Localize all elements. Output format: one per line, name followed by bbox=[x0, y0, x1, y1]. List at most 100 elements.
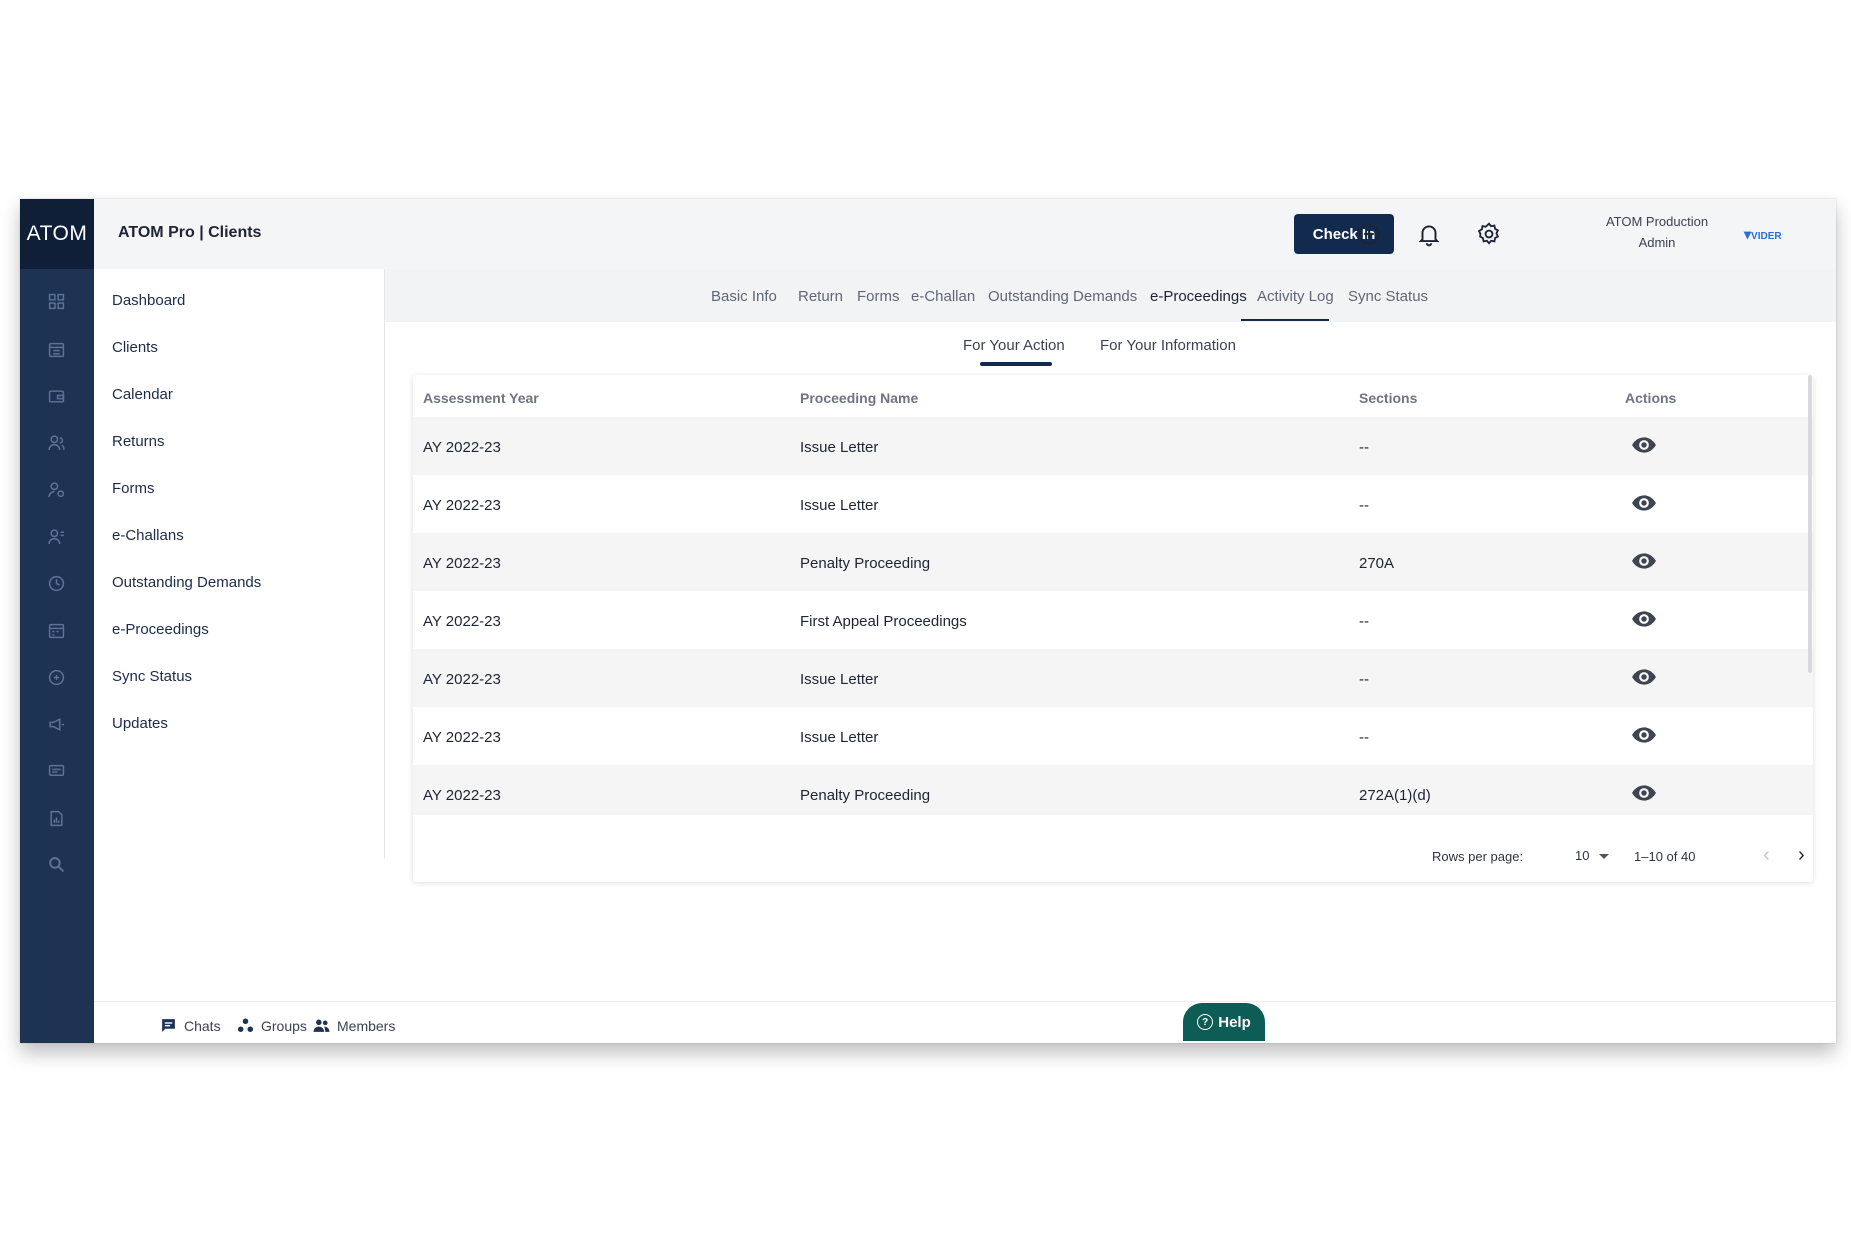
icon-rail: ATOM bbox=[20, 199, 94, 1043]
tab-forms[interactable]: Forms bbox=[857, 288, 900, 305]
rows-per-page-label: Rows per page: bbox=[1432, 849, 1524, 864]
cell-proceeding-name: Penalty Proceeding bbox=[800, 555, 931, 572]
cell-section: -- bbox=[1359, 613, 1369, 630]
chats-button[interactable]: Chats bbox=[160, 1017, 221, 1034]
users-icon[interactable] bbox=[47, 433, 65, 451]
table-row: AY 2022-23 Penalty Proceeding 270A bbox=[413, 533, 1813, 591]
page-range: 1–10 of 40 bbox=[1634, 849, 1696, 864]
view-eye-icon[interactable] bbox=[1631, 667, 1657, 687]
cell-section: -- bbox=[1359, 671, 1369, 688]
tab-sync-status[interactable]: Sync Status bbox=[1348, 288, 1428, 305]
cell-proceeding-name: Issue Letter bbox=[800, 439, 879, 456]
sidebar-item-returns[interactable]: Returns bbox=[112, 433, 165, 450]
next-page-icon[interactable]: › bbox=[1798, 844, 1805, 867]
user-role: Admin bbox=[1638, 235, 1676, 250]
view-eye-icon[interactable] bbox=[1631, 435, 1657, 455]
tab-outstanding-demands[interactable]: Outstanding Demands bbox=[988, 288, 1137, 305]
cell-section: -- bbox=[1359, 497, 1369, 514]
clock-icon[interactable] bbox=[47, 574, 65, 592]
sidebar-item-clients[interactable]: Clients bbox=[112, 339, 158, 356]
table-scrollbar[interactable] bbox=[1808, 375, 1812, 673]
help-button[interactable]: ? Help bbox=[1183, 1003, 1265, 1041]
table-row: AY 2022-23 Issue Letter -- bbox=[413, 417, 1813, 475]
cell-proceeding-name: First Appeal Proceedings bbox=[800, 613, 967, 630]
megaphone-icon[interactable] bbox=[47, 715, 65, 733]
schedule-icon[interactable] bbox=[47, 621, 65, 639]
groups-button[interactable]: Groups bbox=[237, 1017, 307, 1034]
sidebar-item-e-challans[interactable]: e-Challans bbox=[112, 527, 184, 544]
cell-assessment-year: AY 2022-23 bbox=[423, 613, 501, 630]
help-label: Help bbox=[1218, 1013, 1251, 1031]
sidebar-item-outstanding-demands[interactable]: Outstanding Demands bbox=[112, 574, 261, 591]
page-title: ATOM Pro | Clients bbox=[118, 224, 262, 241]
tab-return[interactable]: Return bbox=[798, 288, 843, 305]
cell-assessment-year: AY 2022-23 bbox=[423, 671, 501, 688]
chat-icon bbox=[162, 1019, 175, 1032]
user-settings-icon[interactable] bbox=[47, 480, 65, 498]
message-icon[interactable] bbox=[47, 762, 65, 780]
column-assessment-year[interactable]: Assessment Year bbox=[423, 390, 539, 406]
tab-e-challan[interactable]: e-Challan bbox=[911, 288, 975, 305]
cell-proceeding-name: Issue Letter bbox=[800, 497, 879, 514]
tab-e-proceedings[interactable]: e-Proceedings bbox=[1150, 288, 1247, 305]
cell-section: 270A bbox=[1359, 555, 1395, 572]
user-name[interactable]: ATOM Production bbox=[1592, 214, 1722, 229]
vider-logo-mark: ▾ bbox=[1744, 226, 1752, 242]
search-icon[interactable] bbox=[47, 855, 65, 873]
members-button[interactable]: Members bbox=[313, 1017, 395, 1034]
view-eye-icon[interactable] bbox=[1631, 609, 1657, 629]
tab-basic-info[interactable]: Basic Info bbox=[711, 288, 777, 305]
gear-icon[interactable] bbox=[1476, 221, 1502, 247]
cell-assessment-year: AY 2022-23 bbox=[423, 439, 501, 456]
previous-page-icon[interactable]: ‹ bbox=[1763, 844, 1770, 867]
add-circle-icon[interactable] bbox=[1356, 221, 1382, 247]
sidebar-item-forms[interactable]: Forms bbox=[112, 480, 155, 497]
subtab-for-your-information[interactable]: For Your Information bbox=[1100, 337, 1236, 354]
table-row: AY 2022-23 First Appeal Proceedings -- bbox=[413, 591, 1813, 649]
app-window: ATOM ATOM Pro | Clients Check In ATOM Pr… bbox=[20, 199, 1836, 1043]
cell-section: 272A(1)(d) bbox=[1359, 787, 1431, 804]
cell-section: -- bbox=[1359, 729, 1369, 746]
top-header: ATOM Pro | Clients Check In ATOM Product… bbox=[94, 199, 1836, 270]
wallet-icon[interactable] bbox=[47, 387, 65, 405]
rows-per-page-select[interactable]: 10 bbox=[1575, 848, 1589, 863]
view-eye-icon[interactable] bbox=[1631, 493, 1657, 513]
tab-activity-log[interactable]: Activity Log bbox=[1257, 288, 1334, 305]
team-icon[interactable] bbox=[47, 527, 65, 545]
table-row: AY 2022-23 Issue Letter -- bbox=[413, 649, 1813, 707]
help-question-icon: ? bbox=[1197, 1014, 1214, 1030]
table-row: AY 2022-23 Issue Letter -- bbox=[413, 475, 1813, 533]
view-eye-icon[interactable] bbox=[1631, 551, 1657, 571]
vider-logo-text: VIDER bbox=[1751, 231, 1782, 242]
chevron-down-icon[interactable] bbox=[1599, 854, 1609, 859]
sidebar-item-e-proceedings[interactable]: e-Proceedings bbox=[112, 621, 209, 638]
column-sections[interactable]: Sections bbox=[1359, 390, 1417, 406]
sidebar-item-dashboard[interactable]: Dashboard bbox=[112, 292, 185, 309]
bell-icon[interactable] bbox=[1416, 221, 1442, 247]
cell-proceeding-name: Penalty Proceeding bbox=[800, 787, 931, 804]
report-icon[interactable] bbox=[47, 668, 65, 686]
cell-proceeding-name: Issue Letter bbox=[800, 671, 879, 688]
sidebar-item-sync-status[interactable]: Sync Status bbox=[112, 668, 192, 685]
table-header: Assessment Year Proceeding Name Sections… bbox=[413, 375, 1813, 418]
client-sidebar: Dashboard Clients Calendar Returns Forms… bbox=[94, 269, 385, 859]
sidebar-item-updates[interactable]: Updates bbox=[112, 715, 168, 732]
subtab-for-your-action[interactable]: For Your Action bbox=[963, 337, 1065, 354]
sidebar-item-calendar[interactable]: Calendar bbox=[112, 386, 173, 403]
dashboard-icon[interactable] bbox=[47, 292, 65, 310]
view-eye-icon[interactable] bbox=[1631, 725, 1657, 745]
chats-label: Chats bbox=[184, 1017, 221, 1034]
view-eye-icon[interactable] bbox=[1631, 783, 1657, 803]
vider-logo: ▾VIDER bbox=[1744, 226, 1782, 243]
members-icon bbox=[313, 1019, 330, 1032]
column-actions: Actions bbox=[1625, 390, 1677, 406]
atom-logo: ATOM bbox=[20, 199, 94, 269]
cell-assessment-year: AY 2022-23 bbox=[423, 497, 501, 514]
proceedings-table: Assessment Year Proceeding Name Sections… bbox=[413, 375, 1813, 882]
table-pagination: Rows per page: 10 1–10 of 40 ‹ › bbox=[413, 815, 1813, 882]
calendar-icon[interactable] bbox=[47, 340, 65, 358]
cell-proceeding-name: Issue Letter bbox=[800, 729, 879, 746]
cell-assessment-year: AY 2022-23 bbox=[423, 787, 501, 804]
document-chart-icon[interactable] bbox=[47, 809, 65, 827]
column-proceeding-name[interactable]: Proceeding Name bbox=[800, 390, 918, 406]
